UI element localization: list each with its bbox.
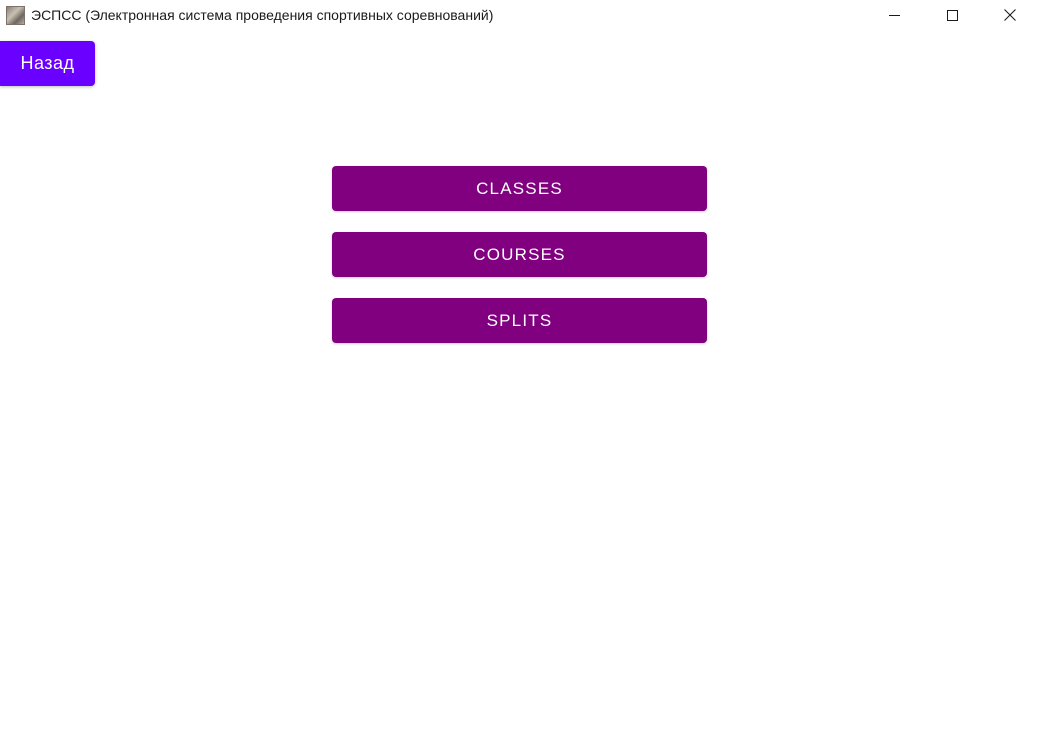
courses-button[interactable]: COURSES xyxy=(332,232,707,277)
app-icon[interactable] xyxy=(6,6,25,25)
maximize-icon xyxy=(947,10,958,21)
app-window: ЭСПСС (Электронная система проведения сп… xyxy=(0,0,1038,731)
classes-button[interactable]: CLASSES xyxy=(332,166,707,211)
maximize-button[interactable] xyxy=(923,0,981,31)
minimize-icon xyxy=(889,15,900,16)
window-title: ЭСПСС (Электронная система проведения сп… xyxy=(31,7,494,23)
title-bar[interactable]: ЭСПСС (Электронная система проведения сп… xyxy=(0,0,1038,31)
close-button[interactable] xyxy=(981,0,1038,31)
close-icon xyxy=(1004,9,1016,21)
splits-button[interactable]: SPLITS xyxy=(332,298,707,343)
minimize-button[interactable] xyxy=(866,0,924,31)
back-button[interactable]: Назад xyxy=(0,41,95,86)
